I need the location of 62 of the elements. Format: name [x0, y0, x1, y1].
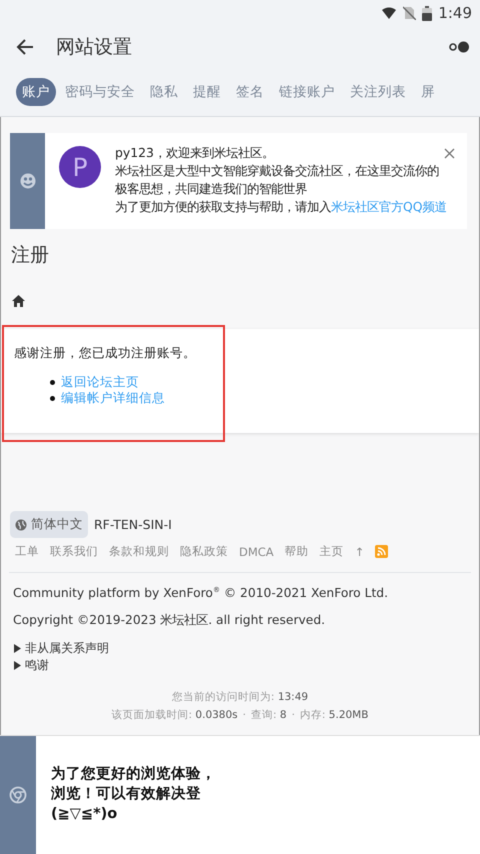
banner-text: (≧▽≦*)o	[51, 805, 118, 824]
stat-label: 查询:	[250, 709, 277, 722]
back-button[interactable]	[16, 38, 34, 56]
message-link[interactable]: 编辑帐户详细信息	[61, 390, 165, 406]
welcome-text: py123，欢迎来到米坛社区。	[115, 144, 274, 162]
emoji-icon	[20, 173, 36, 189]
platform-credit: Community platform by XenForo$^{®}$ © 2010-2021 XenForo Ltd.	[12, 586, 389, 600]
home-icon[interactable]	[12, 295, 25, 307]
close-icon	[444, 148, 455, 159]
stat-label: 内存:	[300, 709, 326, 722]
banner-text: 为了您更好的浏览体验，	[51, 764, 216, 784]
stat-value: 13:49	[278, 691, 308, 704]
disclosure-triangle-icon[interactable]	[13, 644, 22, 654]
tab[interactable]: 密码与安全	[59, 78, 141, 106]
stat-value: 8	[280, 709, 287, 722]
tab[interactable]: 屏	[415, 78, 441, 106]
battery-icon	[422, 6, 432, 20]
qq-channel-link[interactable]: 米坛社区官方QQ频道	[331, 199, 447, 214]
stat-value: 5.20MB	[328, 709, 368, 722]
copyright-text: Copyright ©2019-2023 米坛社区. all right reserved.	[12, 612, 326, 630]
join-text: 为了更加方便的获取支持与帮助，请加入米坛社区官方QQ频道	[115, 198, 445, 216]
wifi-icon	[381, 6, 398, 20]
success-message: 感谢注册，您已成功注册账号。	[14, 345, 197, 362]
browser-icon	[9, 786, 27, 804]
footer-link[interactable]: 帮助	[284, 544, 309, 559]
app-title: 网站设置	[56, 35, 133, 60]
style-name: RF-TEN-SIN-I	[94, 517, 172, 532]
no-sim-icon	[403, 6, 416, 20]
message-link[interactable]: 返回论坛主页	[61, 374, 139, 390]
tab[interactable]: 签名	[230, 78, 270, 106]
footer-link[interactable]: DMCA	[239, 544, 274, 558]
bullet-icon	[50, 380, 55, 384]
footer-link[interactable]: 主页	[320, 544, 344, 559]
bullet-icon	[50, 396, 55, 400]
toggle-icon[interactable]	[449, 40, 470, 54]
separator-dot: ·	[292, 709, 295, 722]
banner-text: 浏览！可以有效解决登	[51, 784, 202, 804]
back-arrow-icon	[16, 38, 34, 56]
footer-link[interactable]: 工单	[15, 544, 39, 559]
user-avatar: P	[59, 146, 101, 188]
community-description: 米坛社区是大型中文智能穿戴设备交流社区，在这里交流你的极客思想，共同建造我们的智能世界	[115, 162, 440, 198]
stat-label: 您当前的访问时间为:	[172, 691, 274, 704]
footer-link[interactable]: 条款和规则	[109, 544, 169, 559]
tab[interactable]: 账户	[16, 78, 56, 106]
disclosure-label[interactable]: 非从属关系声明	[25, 640, 109, 658]
disclosure-label[interactable]: 鸣谢	[25, 657, 49, 674]
footer-link[interactable]: 隐私政策	[180, 544, 228, 559]
tab[interactable]: 提醒	[187, 78, 227, 106]
status-time: 1:49	[438, 4, 472, 22]
footer-link[interactable]: 联系我们	[50, 544, 98, 559]
tab[interactable]: 链接账户	[273, 78, 341, 106]
disclosure-triangle-icon[interactable]	[13, 661, 22, 670]
language-chooser[interactable]: 简体中文	[10, 511, 88, 538]
stat-value: 0.0380s	[195, 709, 238, 722]
close-button[interactable]	[442, 146, 457, 161]
tab[interactable]: 隐私	[144, 78, 184, 106]
globe-icon	[15, 518, 27, 530]
page-heading: 注册	[11, 243, 50, 267]
tab[interactable]: 关注列表	[344, 78, 412, 106]
separator-dot: ·	[242, 709, 246, 722]
stat-label: 该页面加载时间:	[112, 709, 192, 722]
footer-link[interactable]: ↑	[354, 544, 364, 558]
